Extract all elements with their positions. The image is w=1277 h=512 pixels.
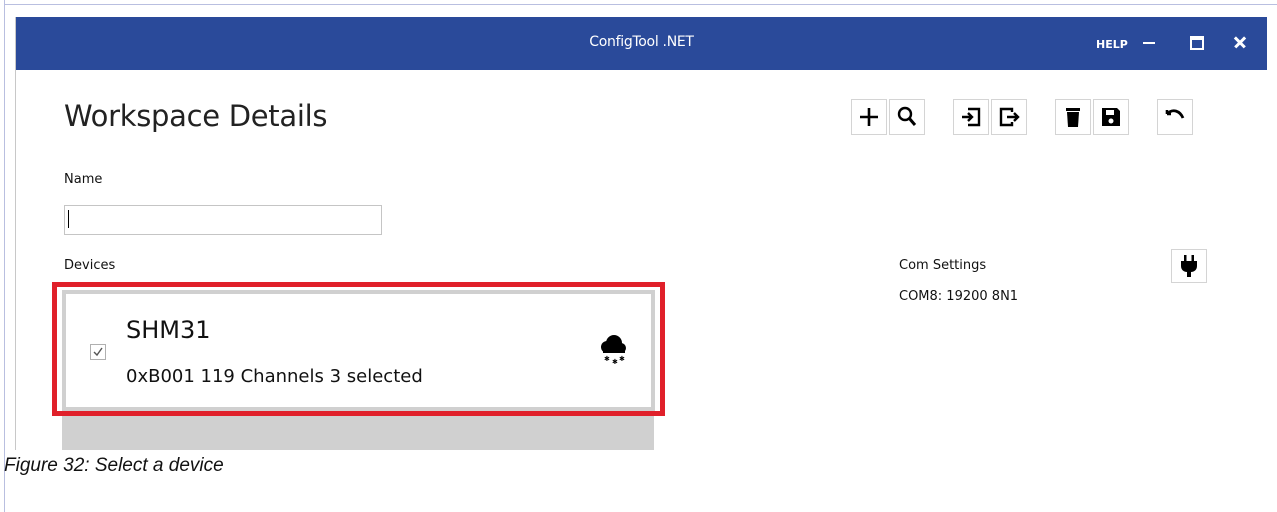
delete-button[interactable] bbox=[1055, 99, 1091, 135]
device-list-background bbox=[62, 414, 654, 450]
page-frame-left bbox=[4, 0, 5, 512]
svg-text:✱: ✱ bbox=[604, 355, 610, 363]
com-settings-value: COM8: 19200 8N1 bbox=[899, 289, 1019, 304]
page-frame-top bbox=[4, 4, 1277, 5]
device-checkbox[interactable] bbox=[90, 344, 106, 360]
connect-button[interactable] bbox=[1171, 249, 1207, 283]
minimize-button[interactable] bbox=[1138, 31, 1162, 55]
svg-text:✱: ✱ bbox=[612, 358, 618, 366]
search-icon bbox=[897, 106, 917, 126]
title-bar: ConfigTool .NET HELP bbox=[16, 17, 1267, 70]
name-label: Name bbox=[64, 172, 103, 187]
com-settings-label: Com Settings bbox=[899, 258, 987, 273]
close-button[interactable] bbox=[1228, 31, 1252, 55]
plus-icon bbox=[860, 108, 878, 126]
snow-cloud-icon: ✱ ✱ ✱ bbox=[601, 335, 626, 366]
add-button[interactable] bbox=[851, 99, 887, 135]
device-card[interactable]: SHM31 0xB001 119 Channels 3 selected ✱ ✱… bbox=[62, 290, 655, 411]
window-title: ConfigTool .NET bbox=[589, 34, 694, 50]
save-button[interactable] bbox=[1093, 99, 1129, 135]
page-title: Workspace Details bbox=[64, 99, 328, 133]
device-info: 0xB001 119 Channels 3 selected bbox=[126, 366, 423, 387]
checkmark-icon bbox=[93, 347, 103, 357]
search-button[interactable] bbox=[889, 99, 925, 135]
plug-icon bbox=[1181, 255, 1197, 277]
name-input[interactable] bbox=[64, 205, 382, 235]
maximize-button[interactable] bbox=[1186, 31, 1210, 55]
undo-button[interactable] bbox=[1157, 99, 1193, 135]
export-icon bbox=[999, 107, 1020, 127]
import-button[interactable] bbox=[953, 99, 989, 135]
devices-label: Devices bbox=[64, 258, 116, 273]
text-caret bbox=[68, 210, 69, 228]
figure-caption: Figure 32: Select a device bbox=[4, 455, 224, 476]
undo-icon bbox=[1165, 109, 1185, 119]
export-button[interactable] bbox=[991, 99, 1027, 135]
save-icon bbox=[1102, 108, 1120, 126]
device-name: SHM31 bbox=[126, 316, 211, 344]
import-icon bbox=[962, 107, 981, 127]
trash-icon bbox=[1066, 108, 1080, 127]
help-button[interactable]: HELP bbox=[1096, 38, 1128, 51]
app-window: ConfigTool .NET HELP Workspace Details N… bbox=[15, 17, 1267, 450]
svg-text:✱: ✱ bbox=[619, 355, 625, 363]
